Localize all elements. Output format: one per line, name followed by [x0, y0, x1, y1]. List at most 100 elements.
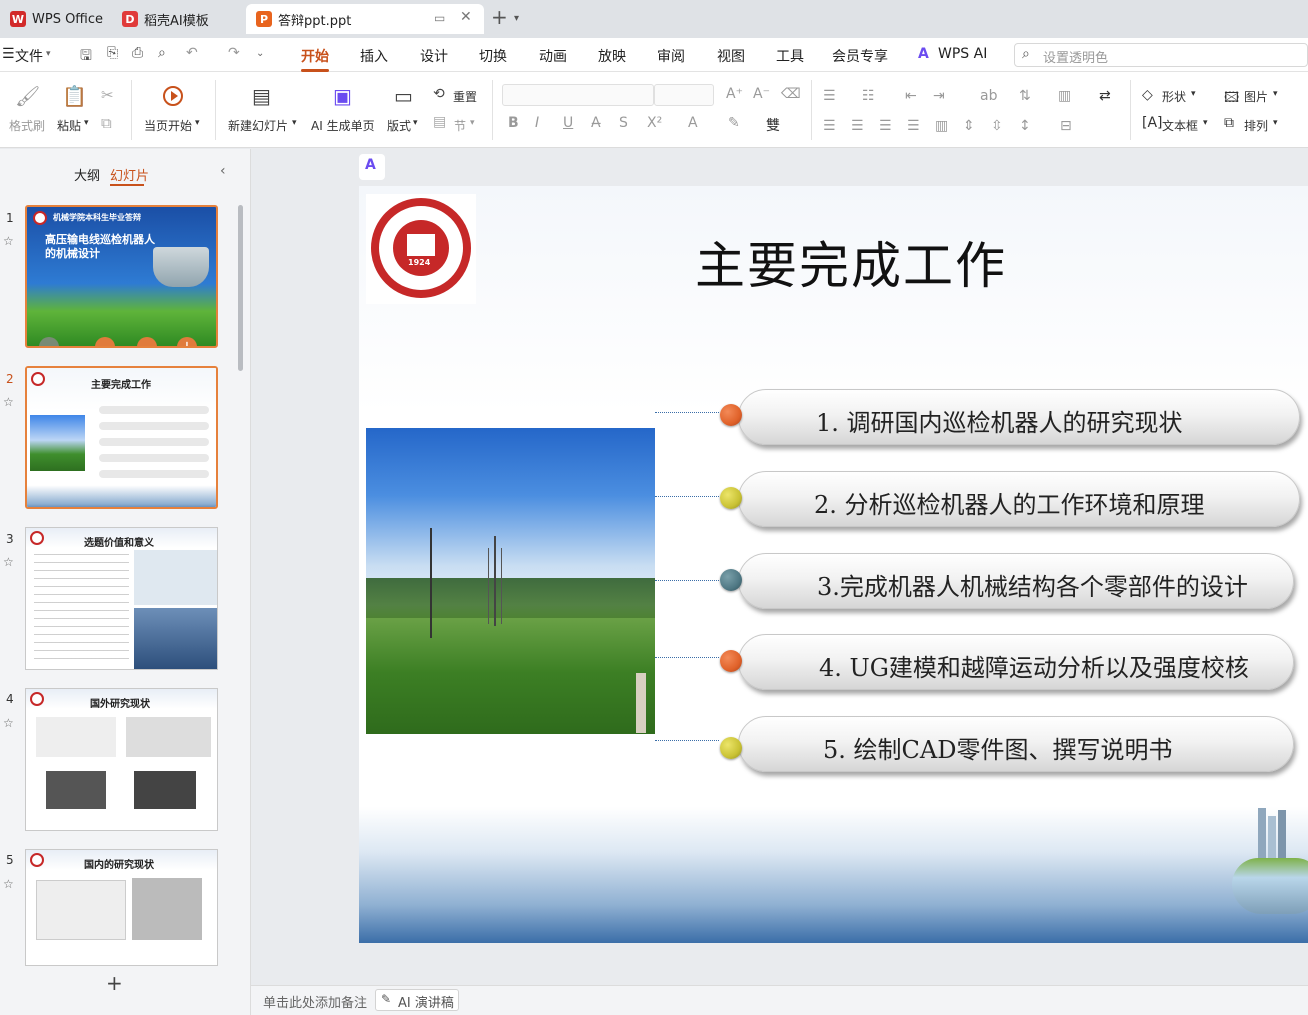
chevron-down-icon[interactable]: ▾: [413, 118, 418, 128]
add-slide-icon[interactable]: +: [177, 337, 197, 346]
bullet-list-icon[interactable]: ☰: [823, 88, 836, 104]
cut-icon[interactable]: ✂: [101, 86, 114, 104]
decrease-indent-icon[interactable]: ⇤: [905, 88, 917, 104]
section-button[interactable]: 节: [454, 117, 466, 134]
paste-icon[interactable]: 📋: [62, 84, 87, 108]
align-center-icon[interactable]: ☰: [851, 118, 864, 134]
chevron-down-icon[interactable]: ▾: [1273, 89, 1278, 99]
format-painter-label[interactable]: 格式刷: [9, 117, 45, 134]
align-right-icon[interactable]: ☰: [879, 118, 892, 134]
menu-design[interactable]: 设计: [420, 46, 448, 66]
save-icon[interactable]: 🖫: [80, 45, 92, 69]
search-input[interactable]: ⌕ 设置透明色: [1014, 43, 1308, 67]
work-item-2[interactable]: 2. 分析巡检机器人的工作环境和原理: [738, 471, 1300, 527]
increase-indent-icon[interactable]: ⇥: [933, 88, 945, 104]
tab-document[interactable]: P 答辩ppt.ppt ▭ ✕: [246, 4, 484, 34]
close-tab-icon[interactable]: ✕: [460, 9, 472, 25]
slide-thumbnail-2[interactable]: 主要完成工作: [25, 366, 218, 509]
tab-outline[interactable]: 大纲: [74, 165, 100, 184]
print-preview-icon[interactable]: ⌕: [158, 45, 166, 61]
align-left-icon[interactable]: ☰: [823, 118, 836, 134]
menu-view[interactable]: 视图: [717, 46, 745, 66]
work-item-4[interactable]: 4. UG建模和越障运动分析以及强度校核: [738, 634, 1294, 690]
export-icon[interactable]: ⎘: [107, 45, 118, 61]
menu-slideshow[interactable]: 放映: [598, 46, 626, 66]
chevron-down-icon[interactable]: ▾: [1273, 118, 1278, 128]
chevron-down-icon[interactable]: ▾: [1191, 89, 1196, 99]
menu-member[interactable]: 会员专享: [832, 46, 888, 66]
spacing-icon[interactable]: ↕: [1019, 118, 1031, 134]
menu-transition[interactable]: 切换: [479, 46, 507, 66]
tab-docer[interactable]: D 稻壳AI模板: [112, 4, 219, 34]
superscript-icon[interactable]: X²: [647, 115, 662, 131]
undo-icon[interactable]: ↶: [186, 45, 198, 61]
power-line-photo[interactable]: [366, 428, 655, 734]
layout-button[interactable]: 版式: [387, 117, 411, 134]
menu-tools[interactable]: 工具: [776, 46, 804, 66]
menu-home[interactable]: 开始: [301, 46, 329, 66]
redo-icon[interactable]: ↷: [228, 45, 240, 61]
chevron-down-icon[interactable]: ▾: [195, 118, 200, 128]
chevron-down-icon[interactable]: ▾: [46, 49, 51, 59]
work-item-3[interactable]: 3.完成机器人机械结构各个零部件的设计: [738, 553, 1294, 609]
new-slide-button[interactable]: 新建幻灯片: [228, 117, 288, 134]
strikethrough-icon[interactable]: A̶: [591, 115, 601, 131]
slide-thumbnail-3[interactable]: 选题价值和意义: [25, 527, 218, 670]
window-icon[interactable]: ▭: [434, 11, 445, 25]
arrange-icon[interactable]: ⧉: [1224, 115, 1234, 131]
menu-file[interactable]: 文件: [15, 46, 43, 66]
chevron-down-icon[interactable]: ▾: [292, 118, 297, 128]
tab-slides[interactable]: 幻灯片: [110, 165, 149, 184]
ai-beautify-icon[interactable]: [95, 337, 115, 346]
textbox-button[interactable]: 文本框: [1162, 117, 1198, 134]
add-slide-button[interactable]: +: [106, 971, 123, 995]
print-icon[interactable]: ⎙: [132, 45, 143, 61]
textbox-icon[interactable]: [A]: [1142, 115, 1163, 131]
arrange-button[interactable]: 排列: [1244, 117, 1268, 134]
reset-button[interactable]: 重置: [453, 88, 477, 105]
work-item-1[interactable]: 1. 调研国内巡检机器人的研究现状: [738, 389, 1300, 445]
chevron-down-icon[interactable]: ▾: [84, 118, 89, 128]
columns-icon[interactable]: ▥: [1058, 88, 1071, 104]
new-slide-icon[interactable]: ▤: [252, 84, 271, 108]
decrease-font-icon[interactable]: A⁻: [753, 86, 770, 102]
panel-scrollbar[interactable]: [238, 205, 243, 371]
font-size-select[interactable]: [654, 84, 714, 106]
highlight-icon[interactable]: ✎: [728, 115, 740, 131]
menu-insert[interactable]: 插入: [360, 46, 388, 66]
notes-input[interactable]: 单击此处添加备注: [263, 992, 367, 1011]
hamburger-icon[interactable]: ☰: [2, 46, 15, 62]
picture-icon[interactable]: 🖾: [1224, 87, 1239, 111]
italic-icon[interactable]: I: [535, 115, 539, 131]
vertical-align-icon[interactable]: ⇕: [963, 118, 975, 134]
slide-title[interactable]: 主要完成工作: [695, 226, 1007, 298]
tools-icon[interactable]: [137, 337, 157, 346]
slide-thumbnail-4[interactable]: 国外研究现状: [25, 688, 218, 831]
distribute-icon[interactable]: ▥: [935, 118, 948, 134]
text-box-align-icon[interactable]: ⊟: [1060, 118, 1072, 134]
reset-icon[interactable]: ⟲: [433, 86, 445, 102]
star-icon[interactable]: ☆: [3, 395, 14, 409]
shape-button[interactable]: 形状: [1162, 88, 1186, 105]
collapse-panel-icon[interactable]: ‹: [220, 163, 226, 179]
work-item-5[interactable]: 5. 绘制CAD零件图、撰写说明书: [738, 716, 1294, 772]
picture-button[interactable]: 图片: [1244, 88, 1268, 105]
text-direction-icon[interactable]: ab: [980, 88, 997, 104]
menu-wps-ai[interactable]: WPS AI: [938, 46, 987, 62]
justify-icon[interactable]: ☰: [907, 118, 920, 134]
ai-generate-button[interactable]: AI 生成单页: [311, 117, 375, 134]
line-spacing-icon[interactable]: ⇅: [1019, 88, 1031, 104]
ai-generate-icon[interactable]: ▣: [333, 84, 352, 108]
tab-wps-office[interactable]: W WPS Office: [0, 4, 113, 34]
chevron-down-icon[interactable]: ⌄: [256, 48, 264, 59]
shape-icon[interactable]: ◇: [1142, 87, 1153, 103]
convert-icon[interactable]: ⇄: [1099, 88, 1111, 104]
play-icon[interactable]: [163, 86, 183, 106]
section-icon[interactable]: ▤: [433, 114, 446, 130]
slide-thumbnail-1[interactable]: 机械学院本科生毕业答辩 高压输电线巡检机器人的机械设计 +: [25, 205, 218, 348]
format-painter-icon[interactable]: 🖌: [15, 84, 40, 108]
star-icon[interactable]: ☆: [3, 555, 14, 569]
chevron-down-icon[interactable]: ▾: [1203, 118, 1208, 128]
slide-thumbnail-5[interactable]: 国内的研究现状: [25, 849, 218, 966]
font-color-icon[interactable]: A: [688, 115, 698, 131]
